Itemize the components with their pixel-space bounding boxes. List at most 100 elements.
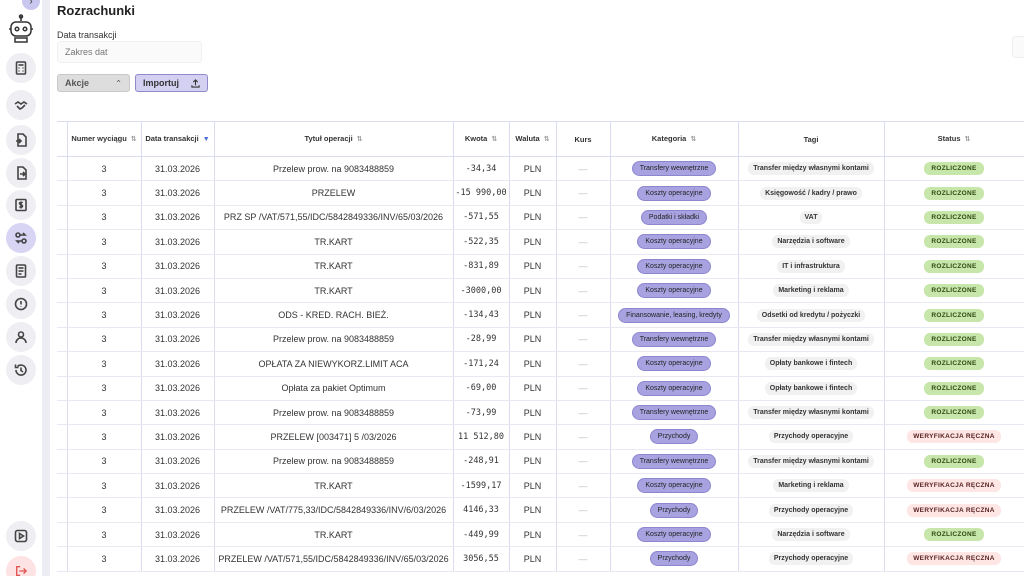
status-badge[interactable]: ROZLICZONE [924, 528, 984, 542]
sort-desc-icon[interactable]: ▼ [203, 136, 210, 143]
tag-badge[interactable]: VAT [799, 210, 823, 224]
sort-icon[interactable]: ⇅ [357, 136, 363, 143]
table-row[interactable]: 3 31.03.2026 Przelew prow. na 9083488859 -2… [57, 327, 1024, 353]
status-badge[interactable]: ROZLICZONE [924, 284, 984, 298]
status-badge[interactable]: WERYFIKACJA RĘCZNA [907, 503, 1001, 517]
actions-dropdown[interactable]: Akcje ⌃ [57, 74, 130, 92]
table-row[interactable]: 3 31.03.2026 OPŁATA ZA NIEWYKORZ.LIMIT ACA… [57, 351, 1024, 377]
tag-badge[interactable]: Marketing i reklama [773, 479, 849, 493]
tag-badge[interactable]: Opłaty bankowe i fintech [764, 357, 858, 371]
status-badge[interactable]: WERYFIKACJA RĘCZNA [907, 430, 1001, 444]
table-row[interactable]: 3 31.03.2026 Przelew prow. na 9083488859 -7… [57, 400, 1024, 426]
tag-badge[interactable]: Narzędzia i software [772, 528, 850, 542]
status-badge[interactable]: ROZLICZONE [924, 210, 984, 224]
nav-history[interactable] [6, 355, 36, 385]
nav-alert[interactable] [6, 289, 36, 319]
tag-badge[interactable]: Opłaty bankowe i fintech [764, 381, 858, 395]
tag-badge[interactable]: Transfer między własnymi kontami [748, 162, 874, 176]
table-row[interactable]: 3 31.03.2026 TR.KART -1599,17 PLN — Koszty ope… [57, 473, 1024, 499]
category-badge[interactable]: Podatki i składki [640, 209, 708, 225]
table-row[interactable]: 3 31.03.2026 PRZ SP /VAT/571,55/IDC/584284… [57, 205, 1024, 231]
nav-transfer[interactable] [6, 223, 36, 253]
status-badge[interactable]: WERYFIKACJA RĘCZNA [907, 552, 1001, 566]
table-row[interactable]: 3 31.03.2026 TR.KART -522,35 PLN — Koszty oper… [57, 229, 1024, 255]
status-badge[interactable]: ROZLICZONE [924, 381, 984, 395]
category-badge[interactable]: Koszty operacyjne [637, 258, 711, 274]
status-badge[interactable]: ROZLICZONE [924, 406, 984, 420]
chevron-right-icon[interactable]: › [22, 0, 40, 10]
table-row[interactable]: 3 31.03.2026 TR.KART -831,89 PLN — Koszty oper… [57, 254, 1024, 279]
status-badge[interactable]: ROZLICZONE [924, 332, 984, 346]
status-badge[interactable]: ROZLICZONE [924, 186, 984, 200]
status-badge[interactable]: ROZLICZONE [924, 235, 984, 249]
table-row[interactable]: 3 31.03.2026 Opłata za pakiet Optimum -69,0… [57, 376, 1024, 401]
category-badge[interactable]: Koszty operacyjne [637, 356, 711, 372]
nav-report[interactable] [6, 256, 36, 286]
sort-icon[interactable]: ⇅ [965, 136, 971, 143]
column-header-kategoria[interactable]: Kategoria ⇅ [610, 121, 739, 157]
category-badge[interactable]: Koszty operacyjne [637, 380, 711, 396]
column-header-numer[interactable]: Numer wyciągu ⇅ [67, 121, 142, 157]
category-badge[interactable]: Koszty operacyjne [637, 234, 711, 250]
category-badge[interactable]: Koszty operacyjne [637, 283, 711, 299]
status-badge[interactable]: WERYFIKACJA RĘCZNA [907, 479, 1001, 493]
date-range-input[interactable] [57, 41, 202, 63]
tag-badge[interactable]: Transfer między własnymi kontami [748, 406, 874, 420]
table-row[interactable]: 3 31.03.2026 PRZELEW -15 990,00 PLN — Koszty o… [57, 180, 1024, 206]
status-badge[interactable]: ROZLICZONE [924, 454, 984, 468]
tag-badge[interactable]: IT i infrastruktura [777, 259, 845, 273]
category-badge[interactable]: Koszty operacyjne [637, 478, 711, 494]
table-row[interactable]: 3 31.03.2026 TR.KART -3000,00 PLN — Koszty ope… [57, 278, 1024, 304]
status-badge[interactable]: ROZLICZONE [924, 162, 984, 176]
category-badge[interactable]: Transfery wewnętrzne [631, 405, 717, 421]
tag-badge[interactable]: Odsetki od kredytu / pożyczki [756, 308, 866, 322]
column-header-waluta[interactable]: Waluta ⇅ [509, 121, 557, 157]
right-edge-control[interactable] [1012, 36, 1024, 58]
category-badge[interactable]: Transfery wewnętrzne [631, 453, 717, 469]
column-header-kwota[interactable]: Kwota ⇅ [453, 121, 510, 157]
category-badge[interactable]: Przychody [649, 551, 699, 567]
category-badge[interactable]: Koszty operacyjne [637, 185, 711, 201]
tag-badge[interactable]: Księgowość / kadry / prawo [760, 186, 862, 200]
sort-icon[interactable]: ⇅ [544, 136, 550, 143]
column-header-status[interactable]: Status ⇅ [884, 121, 1024, 157]
category-badge[interactable]: Transfery wewnętrzne [631, 331, 717, 347]
nav-calculator[interactable] [6, 53, 36, 83]
table-row[interactable]: 3 31.03.2026 PRZELEW /VAT/775,33/IDC/58428… [57, 497, 1024, 523]
sort-icon[interactable]: ⇅ [131, 136, 137, 143]
status-badge[interactable]: ROZLICZONE [924, 308, 984, 322]
status-badge[interactable]: ROZLICZONE [924, 259, 984, 273]
table-row[interactable]: 3 31.03.2026 PRZELEW [003471] 5 /03/2026 11… [57, 424, 1024, 450]
sort-icon[interactable]: ⇅ [491, 136, 497, 143]
tag-badge[interactable]: Przychody operacyjne [768, 503, 854, 517]
tag-badge[interactable]: Przychody operacyjne [768, 430, 854, 444]
nav-file-import[interactable] [6, 125, 36, 155]
tag-badge[interactable]: Transfer między własnymi kontami [748, 454, 874, 468]
tag-badge[interactable]: Przychody operacyjne [768, 552, 854, 566]
logout-button[interactable] [6, 556, 36, 576]
table-row[interactable]: 3 31.03.2026 Przelew prow. na 9083488859 -2… [57, 449, 1024, 475]
table-row[interactable]: 3 31.03.2026 Przelew prow. na 9083488859 -3… [57, 156, 1024, 182]
tag-badge[interactable]: Narzędzia i software [772, 235, 850, 249]
category-badge[interactable]: Transfery wewnętrzne [631, 161, 717, 177]
table-row[interactable]: 3 31.03.2026 ODS - KRED. RACH. BIEŻ. -134,4… [57, 302, 1024, 328]
tag-badge[interactable]: Marketing i reklama [773, 284, 849, 298]
category-badge[interactable]: Przychody [649, 429, 699, 445]
category-badge[interactable]: Przychody [649, 502, 699, 518]
category-badge[interactable]: Koszty operacyjne [637, 527, 711, 543]
category-badge[interactable]: Finansowanie, leasing, kredyty [618, 307, 730, 323]
nav-user[interactable] [6, 322, 36, 352]
nav-handshake[interactable] [6, 90, 36, 120]
nav-file-export[interactable] [6, 158, 36, 188]
nav-play[interactable] [6, 521, 36, 551]
import-button[interactable]: Importuj [135, 74, 208, 92]
status-badge[interactable]: ROZLICZONE [924, 357, 984, 371]
column-header-tytul[interactable]: Tytuł operacji ⇅ [214, 121, 454, 157]
cell-data: 31.03.2026 [141, 180, 215, 206]
column-header-data[interactable]: Data transakcji ▼ [141, 121, 215, 157]
nav-dollar[interactable] [6, 190, 36, 220]
table-row[interactable]: 3 31.03.2026 PRZELEW /VAT/571,55/IDC/58428… [57, 546, 1024, 572]
sort-icon[interactable]: ⇅ [690, 136, 696, 143]
table-row[interactable]: 3 31.03.2026 TR.KART -449,99 PLN — Koszty oper… [57, 522, 1024, 548]
tag-badge[interactable]: Transfer między własnymi kontami [748, 332, 874, 346]
